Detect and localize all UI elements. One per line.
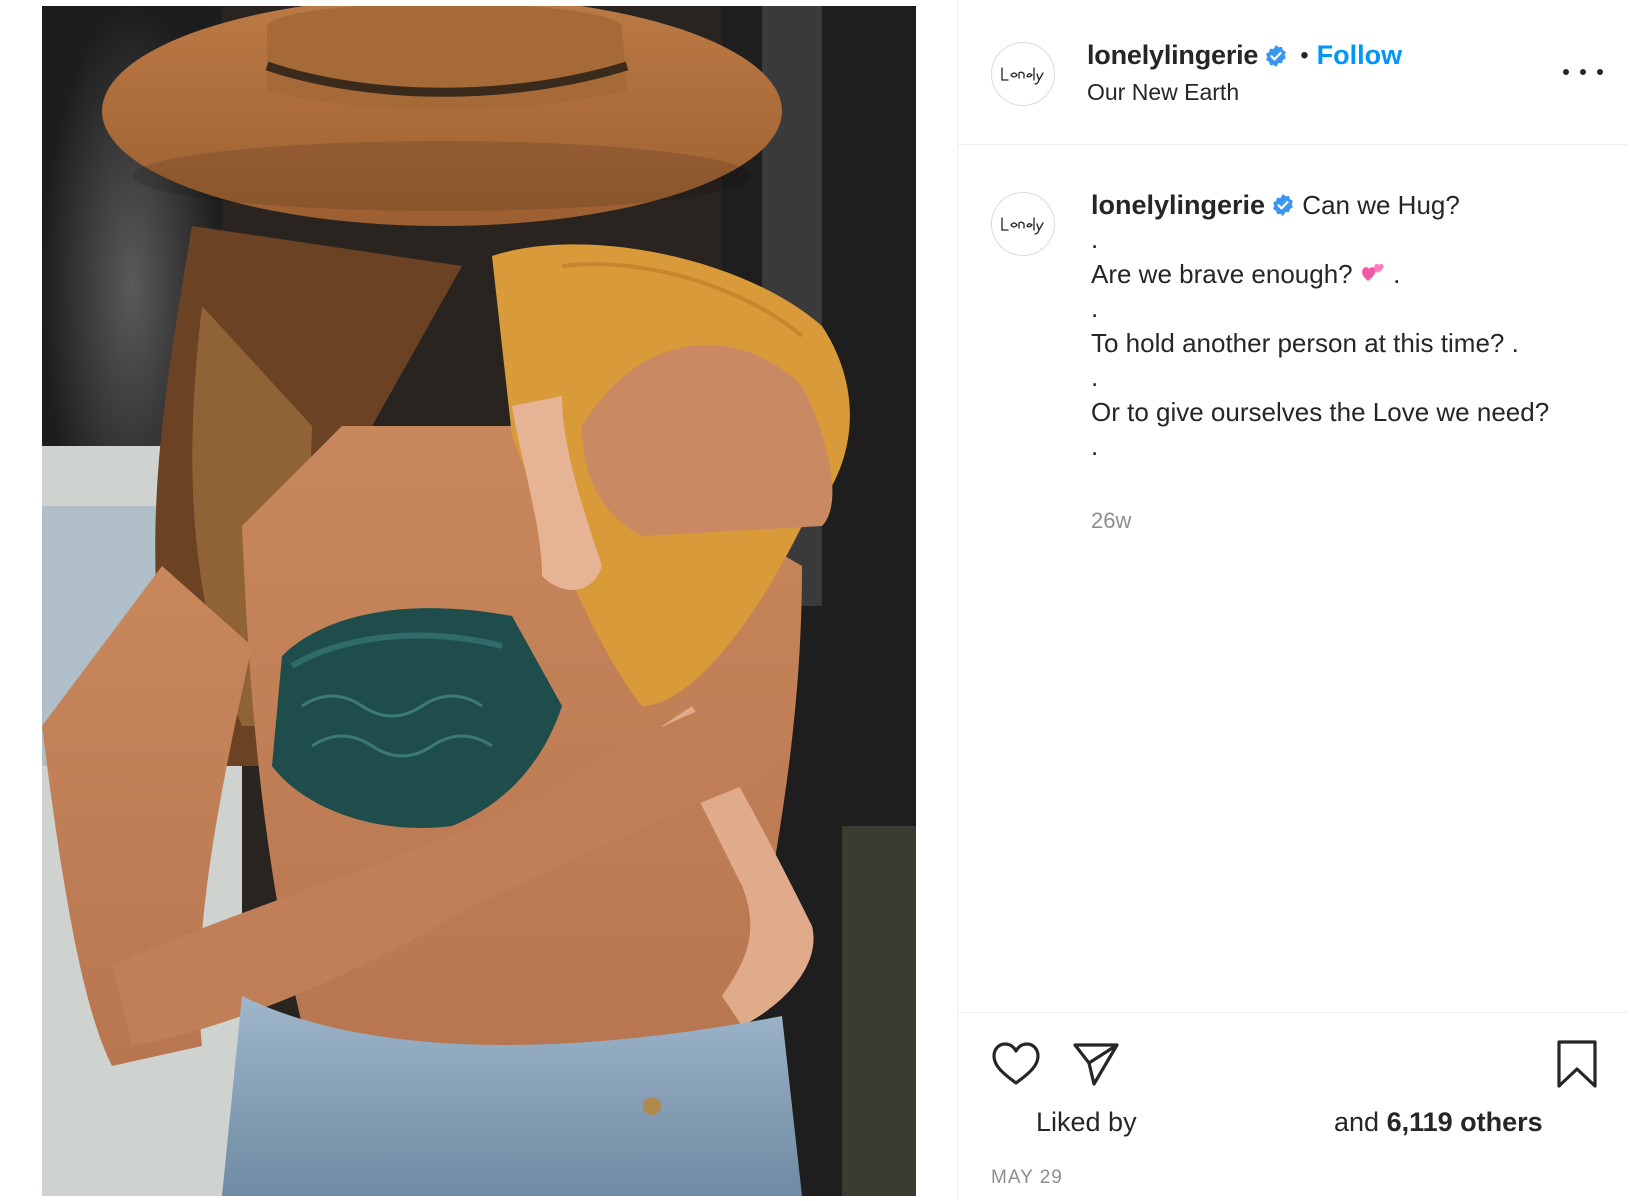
post-caption: lonelylingerie Can we Hug? . Are we brav… (1091, 188, 1606, 464)
caption-dot: . (1091, 224, 1099, 254)
caption-text: Are we brave enough? (1091, 259, 1353, 289)
more-dot (1580, 69, 1586, 75)
caption-username[interactable]: lonelylingerie (1091, 190, 1265, 220)
post-photo-illustration (42, 6, 916, 1196)
caption-time-ago[interactable]: 26w (1091, 508, 1131, 534)
bookmark-icon[interactable] (1555, 1039, 1599, 1089)
others-count[interactable]: 6,119 others (1387, 1107, 1543, 1137)
header-user-row: lonelylingerie • Follow (1087, 40, 1402, 71)
caption-dot: . (1091, 293, 1099, 323)
author-avatar[interactable] (991, 42, 1055, 106)
likes-count[interactable]: and 6,119 others (1334, 1107, 1543, 1138)
verified-badge-icon (1273, 194, 1293, 216)
lonely-logo-icon (1001, 217, 1044, 235)
caption-dot: . (1091, 431, 1099, 461)
post-side-panel: lonelylingerie • Follow Our New Earth lo… (957, 0, 1628, 1200)
post-header: lonelylingerie • Follow Our New Earth (958, 0, 1628, 145)
caption-author-avatar[interactable] (991, 192, 1055, 256)
caption-line: To hold another person at this time? . (1091, 328, 1519, 358)
post-location[interactable]: Our New Earth (1087, 79, 1239, 106)
instagram-post: lonelylingerie • Follow Our New Earth lo… (0, 0, 1630, 1200)
lonely-logo-icon (1001, 67, 1044, 85)
paper-plane-icon[interactable] (1072, 1041, 1120, 1087)
caption-first-line: lonelylingerie Can we Hug? (1091, 188, 1606, 222)
and-label: and (1334, 1107, 1380, 1137)
follow-button[interactable]: Follow (1317, 40, 1402, 71)
post-date[interactable]: MAY 29 (991, 1167, 1063, 1189)
post-photo[interactable] (42, 6, 916, 1196)
caption-line: Are we brave enough? . (1091, 257, 1606, 291)
more-dot (1563, 69, 1569, 75)
caption-dot: . (1091, 362, 1099, 392)
more-dot (1597, 69, 1603, 75)
post-actions: Liked by and 6,119 others MAY 29 (958, 1012, 1628, 1201)
header-separator: • (1300, 41, 1309, 69)
author-username[interactable]: lonelylingerie (1087, 40, 1258, 71)
two-hearts-emoji-icon (1361, 263, 1384, 281)
verified-badge-icon (1266, 44, 1287, 67)
caption-line: Or to give ourselves the Love we need? (1091, 397, 1550, 427)
caption-text: . (1385, 259, 1401, 289)
caption-text: Can we Hug? (1302, 190, 1460, 220)
heart-icon[interactable] (991, 1041, 1041, 1087)
more-options-icon[interactable] (1563, 60, 1603, 84)
liked-by-label: Liked by (1036, 1107, 1137, 1137)
